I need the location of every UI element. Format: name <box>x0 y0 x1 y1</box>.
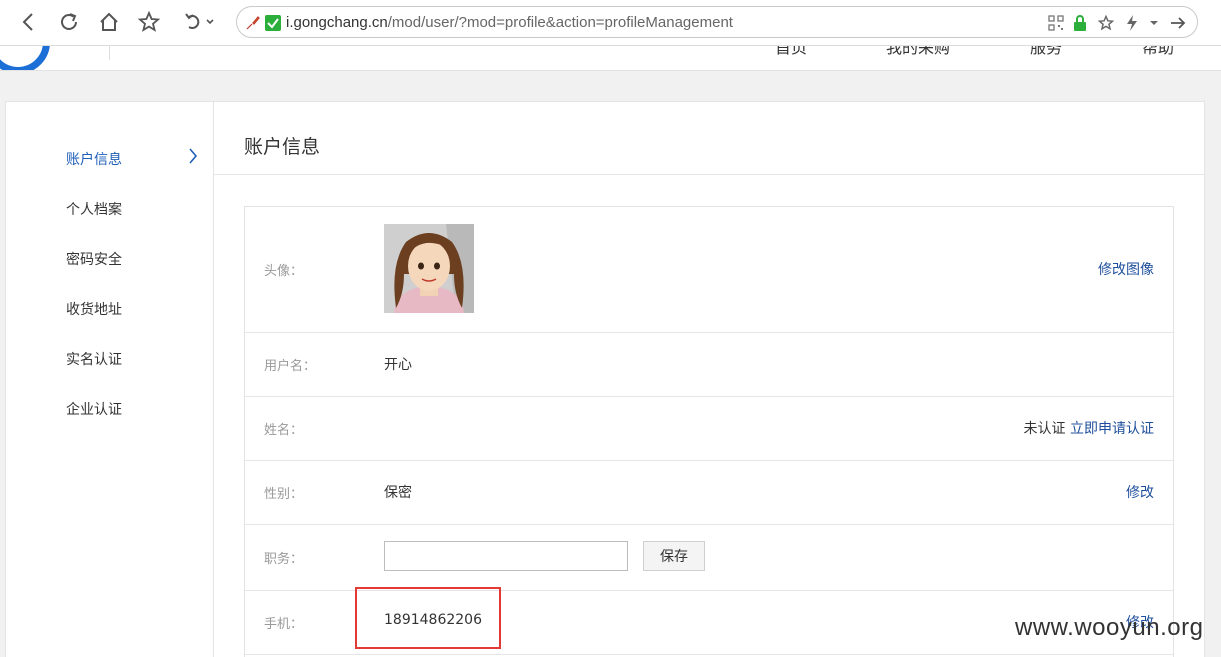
name-row: 姓名： 未认证 立即申请认证 <box>245 397 1173 461</box>
site-header: 首页 我的采购 服务 帮助 <box>0 46 1221 71</box>
sidebar-item-personal-profile[interactable]: 个人档案 <box>66 199 122 219</box>
sidebar-item-account-info[interactable]: 账户信息 <box>66 149 122 169</box>
lock-icon[interactable] <box>1071 14 1089 32</box>
watermark: www.wooyun.org <box>1015 614 1204 641</box>
back-icon <box>22 13 33 31</box>
gender-value: 保密 <box>384 485 412 501</box>
phone-label: 手机： <box>264 617 304 632</box>
sidebar: 账户信息 个人档案 密码安全 收货地址 实名认证 企业认证 <box>6 102 214 657</box>
verify-status: 未认证 <box>1023 421 1066 437</box>
avatar-label: 头像： <box>264 264 304 279</box>
job-row: 职务： 保存 <box>245 525 1173 591</box>
change-gender-link[interactable]: 修改 <box>1126 482 1154 502</box>
verified-check-icon <box>264 14 282 32</box>
bookmark-button[interactable] <box>137 10 161 34</box>
url-text[interactable]: i.gongchang.cn/mod/user/?mod=profile&act… <box>286 14 733 31</box>
sidebar-item-realname-verify[interactable]: 实名认证 <box>66 349 122 369</box>
username-row: 用户名： 开心 <box>245 333 1173 397</box>
site-nav-home[interactable]: 首页 <box>775 46 807 58</box>
title-divider <box>214 174 1204 175</box>
refresh-button[interactable] <box>57 10 81 34</box>
avatar <box>384 224 474 313</box>
sidebar-item-company-verify[interactable]: 企业认证 <box>66 399 122 419</box>
page-title: 账户信息 <box>244 136 321 158</box>
header-divider <box>109 46 110 60</box>
lightning-icon[interactable] <box>1123 14 1141 32</box>
phone-highlight-box <box>355 587 501 649</box>
name-verify-group: 未认证 立即申请认证 <box>1024 418 1154 438</box>
url-path: /mod/user/?mod=profile&action=profileMan… <box>387 14 733 31</box>
apply-verify-link[interactable]: 立即申请认证 <box>1070 421 1154 437</box>
go-arrow-icon[interactable] <box>1169 14 1187 32</box>
rocket-icon <box>244 14 262 32</box>
home-icon <box>100 12 118 31</box>
name-label: 姓名： <box>264 423 304 438</box>
url-host: i.gongchang.cn <box>286 14 388 31</box>
site-nav-purchase[interactable]: 我的采购 <box>886 46 950 58</box>
job-label: 职务： <box>264 552 304 567</box>
sidebar-item-shipping-address[interactable]: 收货地址 <box>66 299 122 319</box>
browser-toolbar: i.gongchang.cn/mod/user/?mod=profile&act… <box>0 0 1221 46</box>
gender-label: 性别： <box>264 487 304 502</box>
qr-code-icon[interactable] <box>1047 14 1065 32</box>
job-input[interactable] <box>384 541 628 571</box>
favorite-star-icon[interactable] <box>1097 14 1115 32</box>
star-icon <box>138 11 160 32</box>
username-value: 开心 <box>384 357 412 373</box>
chevron-right-icon <box>189 148 198 164</box>
main-content: 账户信息 头像： 修改图像 用户名： 开心 姓名： 未认证 立即申请认证 性别：… <box>214 102 1204 657</box>
account-panel: 账户信息 个人档案 密码安全 收货地址 实名认证 企业认证 账户信息 头像： 修… <box>5 101 1205 657</box>
dropdown-caret-icon[interactable] <box>1145 14 1163 32</box>
undo-icon <box>185 13 214 29</box>
site-logo[interactable] <box>0 46 50 70</box>
address-bar[interactable]: i.gongchang.cn/mod/user/?mod=profile&act… <box>236 6 1198 38</box>
undo-button[interactable] <box>182 10 218 34</box>
gender-row: 性别： 保密 修改 <box>245 461 1173 525</box>
change-avatar-link[interactable]: 修改图像 <box>1098 259 1154 279</box>
sidebar-item-password-security[interactable]: 密码安全 <box>66 249 122 269</box>
refresh-icon <box>61 13 77 30</box>
site-nav-service[interactable]: 服务 <box>1030 46 1062 58</box>
save-job-button[interactable]: 保存 <box>643 541 705 571</box>
username-label: 用户名： <box>264 359 317 374</box>
back-button[interactable] <box>16 10 40 34</box>
avatar-row: 头像： 修改图像 <box>245 207 1173 333</box>
home-button[interactable] <box>97 10 121 34</box>
site-nav-help[interactable]: 帮助 <box>1142 46 1174 58</box>
